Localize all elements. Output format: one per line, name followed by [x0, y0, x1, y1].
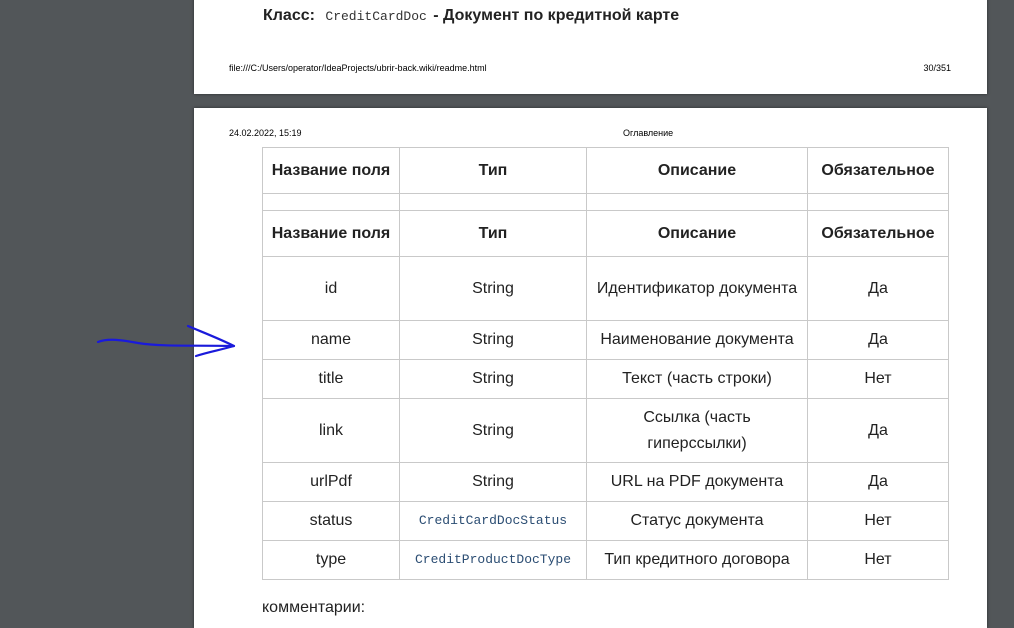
- cell-field: title: [262, 359, 400, 399]
- cell-description: Наименование документа: [586, 320, 808, 360]
- page-footer-url: file:///C:/Users/operator/IdeaProjects/u…: [229, 63, 487, 73]
- cell-field: id: [262, 256, 400, 321]
- header-cell: Обязательное: [807, 210, 949, 257]
- header-cell: Тип: [399, 147, 587, 194]
- cell-type-link[interactable]: CreditCardDocStatus: [399, 501, 587, 541]
- header-cell: Описание: [586, 210, 808, 257]
- table-row: urlPdf String URL на PDF документа Да: [262, 462, 949, 502]
- cell-field: type: [262, 540, 400, 580]
- cell-type: String: [399, 320, 587, 360]
- cell-type: String: [399, 256, 587, 321]
- pdf-page-current: 24.02.2022, 15:19 Оглавление Название по…: [194, 108, 987, 628]
- header-cell: Название поля: [262, 210, 400, 257]
- table-row: type CreditProductDocType Тип кредитного…: [262, 540, 949, 580]
- fields-table: Название поля Тип Описание Обязательное …: [262, 147, 949, 580]
- cell-required: Да: [807, 462, 949, 502]
- cell-description: Ссылка (часть гиперссылки): [586, 398, 808, 463]
- table-row: link String Ссылка (часть гиперссылки) Д…: [262, 398, 949, 463]
- class-heading-code: CreditCardDoc: [325, 9, 427, 24]
- table-header-row: Название поля Тип Описание Обязательное: [262, 210, 949, 257]
- comments-label: комментарии:: [262, 599, 366, 616]
- table-row: title String Текст (часть строки) Нет: [262, 359, 949, 399]
- cell-required: Да: [807, 320, 949, 360]
- cell-type-link[interactable]: CreditProductDocType: [399, 540, 587, 580]
- table-header-row: Название поля Тип Описание Обязательное: [262, 147, 949, 194]
- cell-field: status: [262, 501, 400, 541]
- class-heading-prefix: Класс:: [263, 7, 315, 24]
- cell-field: name: [262, 320, 400, 360]
- header-cell: Название поля: [262, 147, 400, 194]
- cell-description: Идентификатор документа: [586, 256, 808, 321]
- table-row: name String Наименование документа Да: [262, 320, 949, 360]
- cell-required: Нет: [807, 359, 949, 399]
- cell-description: Текст (часть строки): [586, 359, 808, 399]
- cell-required: Да: [807, 398, 949, 463]
- header-cell: Тип: [399, 210, 587, 257]
- page-footer-number: 30/351: [923, 63, 951, 73]
- cell-type: String: [399, 462, 587, 502]
- cell-field: urlPdf: [262, 462, 400, 502]
- header-cell: Обязательное: [807, 147, 949, 194]
- class-heading-suffix: - Документ по кредитной карте: [433, 7, 680, 24]
- cell-type: String: [399, 398, 587, 463]
- cell-required: Нет: [807, 540, 949, 580]
- pdf-page-previous: Класс: CreditCardDoc - Документ по креди…: [194, 0, 987, 94]
- cell-required: Нет: [807, 501, 949, 541]
- class-heading: Класс: CreditCardDoc - Документ по креди…: [263, 7, 679, 25]
- table-spacer-row: [262, 193, 949, 211]
- cell-field: link: [262, 398, 400, 463]
- cell-type: String: [399, 359, 587, 399]
- cell-description: Тип кредитного договора: [586, 540, 808, 580]
- hand-drawn-arrow-icon: [96, 324, 236, 358]
- cell-required: Да: [807, 256, 949, 321]
- page-header-date: 24.02.2022, 15:19: [229, 128, 302, 138]
- cell-description: URL на PDF документа: [586, 462, 808, 502]
- table-row: status CreditCardDocStatus Статус докуме…: [262, 501, 949, 541]
- header-cell: Описание: [586, 147, 808, 194]
- cell-description: Статус документа: [586, 501, 808, 541]
- page-header-title: Оглавление: [623, 128, 674, 138]
- table-row: id String Идентификатор документа Да: [262, 256, 949, 321]
